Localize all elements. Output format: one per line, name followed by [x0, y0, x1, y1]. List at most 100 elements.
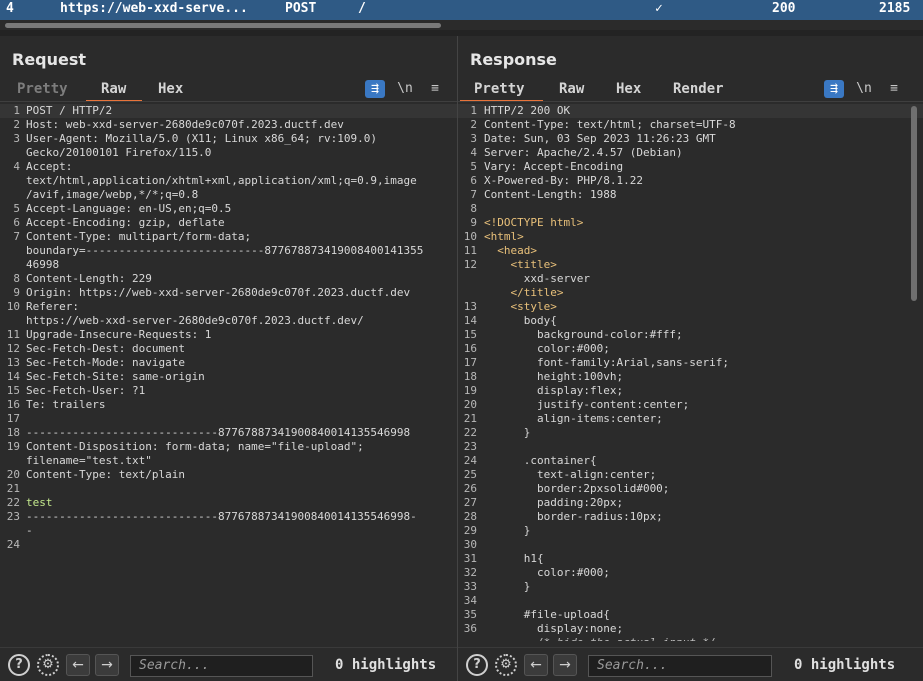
line-number: 19: [463, 384, 477, 397]
line-text: display:flex;: [484, 384, 624, 397]
row-host: https://web-xxd-serve...: [60, 1, 248, 16]
line-text: -: [26, 524, 33, 537]
line-text: Server: Apache/2.4.57 (Debian): [484, 146, 683, 159]
line-number: 26: [463, 482, 477, 495]
help-icon[interactable]: ?: [8, 654, 30, 676]
line-number: 36: [463, 622, 477, 635]
line-number: 17: [6, 412, 20, 425]
arrow-right-icon[interactable]: →: [95, 654, 119, 676]
history-row-selected[interactable]: 4 https://web-xxd-serve... POST / ✓ 200 …: [0, 0, 923, 20]
code-line: </title>: [458, 286, 923, 300]
line-number: 16: [463, 342, 477, 355]
line-text: Content-Type: multipart/form-data;: [26, 230, 252, 243]
scrollbar-thumb[interactable]: [5, 23, 441, 28]
gear-icon[interactable]: ⚙: [37, 654, 59, 676]
line-text: Te: trailers: [26, 398, 106, 411]
code-line: 36 display:none;: [458, 622, 923, 636]
line-text: color:#000;: [484, 566, 610, 579]
arrow-left-icon[interactable]: ←: [66, 654, 90, 676]
line-number: 11: [6, 328, 20, 341]
request-title: Request: [12, 50, 87, 69]
request-editor[interactable]: 1 POST / HTTP/2 2 Host: web-xxd-server-2680…: [0, 104, 457, 641]
line-text: -----------------------------87767887341…: [26, 426, 411, 439]
line-number: 23: [6, 510, 20, 523]
response-editor[interactable]: 1 HTTP/2 200 OK 2 Content-Type: text/html; …: [458, 104, 923, 641]
newline-toggle[interactable]: \n: [395, 80, 415, 98]
code-line: 10 <html>: [458, 230, 923, 244]
line-text: https://web-xxd-server-2680de9c070f.2023…: [26, 314, 364, 327]
code-line: 7 Content-Type: multipart/form-data;: [0, 230, 457, 244]
line-text: .container{: [484, 454, 597, 467]
tab-render[interactable]: Render: [673, 81, 724, 97]
line-text: 46998: [26, 258, 60, 271]
code-line: 27 padding:20px;: [458, 496, 923, 510]
line-number: 35: [463, 608, 477, 621]
help-icon[interactable]: ?: [466, 654, 488, 676]
search-input[interactable]: Search...: [588, 655, 772, 677]
code-line: 11 <head>: [458, 244, 923, 258]
line-number: 24: [463, 454, 477, 467]
line-number: 5: [470, 160, 477, 173]
horizontal-scrollbar[interactable]: [0, 20, 923, 30]
line-text: }: [484, 524, 531, 537]
line-number: 34: [463, 594, 477, 607]
line-number: 29: [463, 524, 477, 537]
line-text: Sec-Fetch-Dest: document: [26, 342, 185, 355]
line-text: Host: web-xxd-server-2680de9c070f.2023.d…: [26, 118, 344, 131]
line-number: 21: [463, 412, 477, 425]
search-input[interactable]: Search...: [130, 655, 313, 677]
line-number: 3: [470, 132, 477, 145]
code-line: 21 align-items:center;: [458, 412, 923, 426]
request-tabs: Pretty Raw Hex: [0, 78, 457, 102]
tab-hex[interactable]: Hex: [158, 81, 183, 97]
tab-raw[interactable]: Raw: [101, 81, 126, 97]
line-text: #file-upload{: [484, 608, 610, 621]
line-text: /avif,image/webp,*/*;q=0.8: [26, 188, 199, 201]
code-line: 20 justify-content:center;: [458, 398, 923, 412]
line-number: 22: [6, 496, 20, 509]
tab-pretty[interactable]: Pretty: [17, 81, 68, 97]
line-text: boundary=---------------------------8776…: [26, 244, 424, 257]
word-wrap-icon[interactable]: ⇶: [365, 80, 385, 98]
line-number: 10: [6, 300, 20, 313]
line-text: Sec-Fetch-Mode: navigate: [26, 356, 185, 369]
line-number: 6: [470, 174, 477, 187]
tab-raw[interactable]: Raw: [559, 81, 584, 97]
code-line: 9 Origin: https://web-xxd-server-2680de9c…: [0, 286, 457, 300]
code-line: Gecko/20100101 Firefox/115.0: [0, 146, 457, 160]
line-number: 14: [6, 370, 20, 383]
line-number: 16: [6, 398, 20, 411]
line-text: Referer:: [26, 300, 79, 313]
code-line: 2 Host: web-xxd-server-2680de9c070f.2023.…: [0, 118, 457, 132]
line-text: Date: Sun, 03 Sep 2023 11:26:23 GMT: [484, 132, 716, 145]
line-text: justify-content:center;: [484, 398, 690, 411]
code-line: xxd-server: [458, 272, 923, 286]
arrow-right-icon[interactable]: →: [553, 654, 577, 676]
code-line: 7 Content-Length: 1988: [458, 188, 923, 202]
code-line: https://web-xxd-server-2680de9c070f.2023…: [0, 314, 457, 328]
line-text: User-Agent: Mozilla/5.0 (X11; Linux x86_…: [26, 132, 377, 145]
line-number: 11: [463, 244, 477, 257]
line-number: 2: [470, 118, 477, 131]
tab-pretty[interactable]: Pretty: [474, 81, 525, 97]
line-number: 10: [463, 230, 477, 243]
code-line: 28 border-radius:10px;: [458, 510, 923, 524]
word-wrap-icon[interactable]: ⇶: [824, 80, 844, 98]
code-line: 33 }: [458, 580, 923, 594]
newline-toggle[interactable]: \n: [854, 80, 874, 98]
code-line: 15 Sec-Fetch-User: ?1: [0, 384, 457, 398]
line-number: 21: [6, 482, 20, 495]
code-line: 17: [0, 412, 457, 426]
code-line: 3 Date: Sun, 03 Sep 2023 11:26:23 GMT: [458, 132, 923, 146]
code-line: 30: [458, 538, 923, 552]
tab-hex[interactable]: Hex: [616, 81, 641, 97]
code-line: /* hide the actual input */: [458, 636, 923, 641]
line-number: 4: [470, 146, 477, 159]
line-number: 15: [6, 384, 20, 397]
menu-icon[interactable]: ≡: [884, 80, 904, 98]
vertical-scrollbar[interactable]: [911, 106, 917, 301]
code-line: 8: [458, 202, 923, 216]
menu-icon[interactable]: ≡: [425, 80, 445, 98]
gear-icon[interactable]: ⚙: [495, 654, 517, 676]
arrow-left-icon[interactable]: ←: [524, 654, 548, 676]
